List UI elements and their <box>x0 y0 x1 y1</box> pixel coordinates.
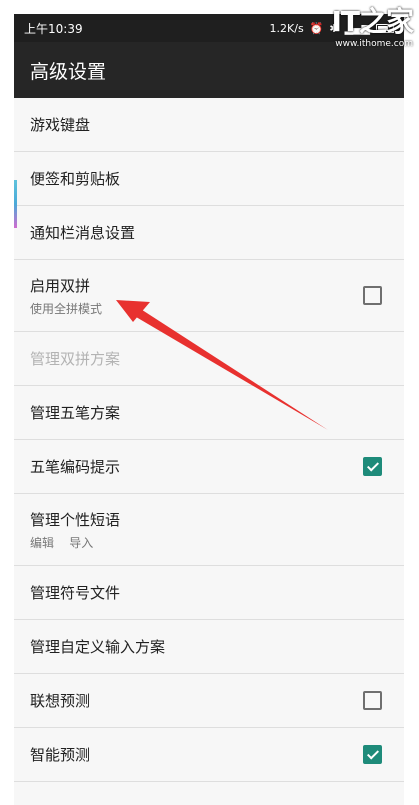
setting-title: 启用双拼 <box>30 276 91 295</box>
setting-title: 游戏键盘 <box>30 116 91 134</box>
setting-notification-bar[interactable]: 通知栏消息设置 <box>14 206 404 260</box>
settings-list: 游戏键盘 便签和剪贴板 通知栏消息设置 启用双拼 使用全拼模式 管理双拼方案 管… <box>14 98 404 782</box>
setting-title: 管理自定义输入方案 <box>30 638 166 656</box>
setting-title: 联想预测 <box>30 692 91 710</box>
floating-edge-handle[interactable] <box>14 180 17 228</box>
enable-shuangpin-checkbox[interactable] <box>363 286 382 305</box>
setting-custom-input-scheme[interactable]: 管理自定义输入方案 <box>14 620 404 674</box>
page-title: 高级设置 <box>30 60 107 83</box>
setting-game-keyboard[interactable]: 游戏键盘 <box>14 98 404 152</box>
smart-prediction-checkbox[interactable] <box>363 745 382 764</box>
ithome-watermark: IT之家 www.ithome.com <box>313 5 414 60</box>
phone-screen: 上午10:39 1.2K/s ⏰ ✱ ▂▄▆ 高级设置 游戏键盘 便签和剪贴板 … <box>14 14 404 805</box>
setting-title: 便签和剪贴板 <box>30 170 121 188</box>
setting-title: 通知栏消息设置 <box>30 224 136 242</box>
setting-manage-shuangpin: 管理双拼方案 <box>14 332 404 386</box>
setting-association-prediction[interactable]: 联想预测 <box>14 674 404 728</box>
setting-enable-shuangpin[interactable]: 启用双拼 使用全拼模式 <box>14 260 404 332</box>
status-time: 上午10:39 <box>24 21 83 36</box>
setting-title: 智能预测 <box>30 746 91 764</box>
setting-smart-prediction[interactable]: 智能预测 <box>14 728 404 782</box>
setting-manage-wubi[interactable]: 管理五笔方案 <box>14 386 404 440</box>
setting-title: 管理双拼方案 <box>30 350 121 368</box>
net-speed: 1.2K/s <box>269 21 304 35</box>
setting-symbol-files[interactable]: 管理符号文件 <box>14 566 404 620</box>
setting-summary: 编辑 导入 <box>30 535 94 550</box>
setting-custom-phrases[interactable]: 管理个性短语 编辑 导入 <box>14 494 404 566</box>
setting-notes-clipboard[interactable]: 便签和剪贴板 <box>14 152 404 206</box>
setting-summary: 使用全拼模式 <box>30 301 103 316</box>
watermark-logo: IT之家 <box>331 5 414 38</box>
association-prediction-checkbox[interactable] <box>363 691 382 710</box>
setting-title: 管理五笔方案 <box>30 404 121 422</box>
setting-wubi-hint[interactable]: 五笔编码提示 <box>14 440 404 494</box>
setting-title: 管理个性短语 <box>30 510 121 529</box>
setting-title: 管理符号文件 <box>30 584 121 602</box>
setting-title: 五笔编码提示 <box>30 458 121 476</box>
watermark-url: www.ithome.com <box>335 39 413 49</box>
wubi-hint-checkbox[interactable] <box>363 457 382 476</box>
